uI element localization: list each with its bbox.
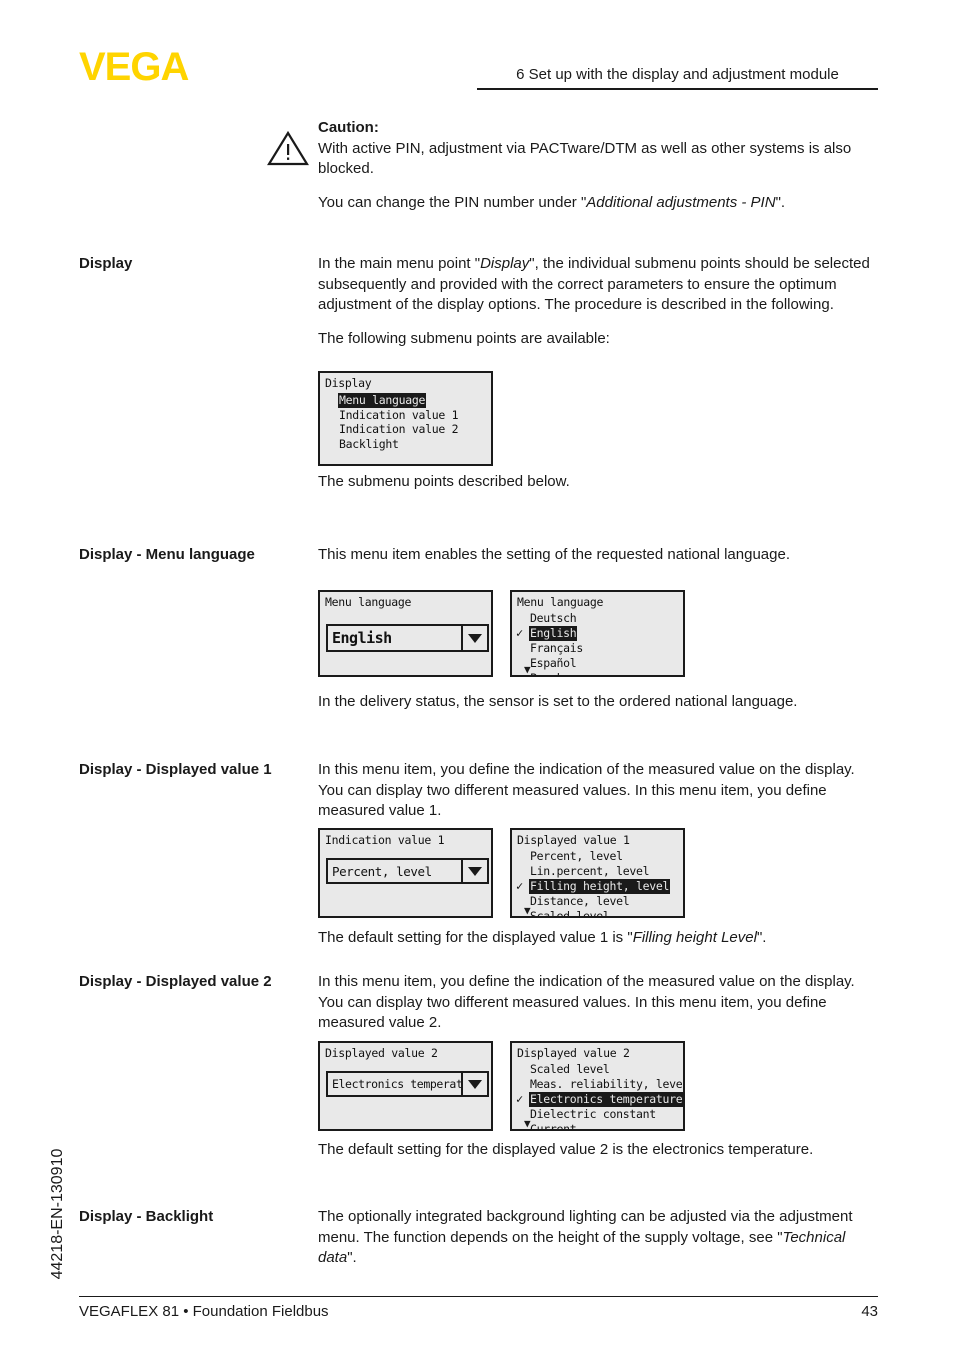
displayed-value-2-note: The default setting for the displayed va…: [318, 1140, 878, 1161]
displayed-value-2-paragraph-1: In this menu item, you define the indica…: [318, 973, 855, 1032]
lcd-title: Displayed value 2: [517, 1046, 630, 1060]
displayed-value-1-paragraph-2: The default setting for the displayed va…: [318, 929, 767, 946]
backlight-text: The optionally integrated background lig…: [318, 1207, 878, 1269]
chevron-down-icon[interactable]: [461, 1073, 487, 1095]
marginal-backlight: Display - Backlight: [79, 1208, 214, 1225]
menu-language-paragraph-1: This menu item enables the setting of th…: [318, 546, 790, 563]
check-icon: ✓: [516, 1092, 523, 1106]
display-paragraph-1: In the main menu point "Display", the in…: [318, 255, 870, 314]
chevron-down-icon[interactable]: [461, 860, 487, 882]
lcd-display-menu[interactable]: Display Menu language Indication value 1…: [318, 371, 493, 466]
lcd-displayed-value-2-options[interactable]: Displayed value 2 Scaled level Meas. rel…: [510, 1041, 685, 1131]
lcd-menu-item[interactable]: Indication value 2: [338, 422, 459, 437]
display-paragraph-2: The following submenu points are availab…: [318, 329, 610, 347]
check-icon: ✓: [516, 626, 523, 640]
scroll-down-icon[interactable]: ▼: [524, 905, 531, 916]
marginal-display: Display: [79, 255, 133, 272]
lcd-option-item[interactable]: Distance, level: [516, 894, 670, 909]
lcd-option-item[interactable]: ✓ Electronics temperature: [516, 1092, 683, 1107]
lcd-option-item[interactable]: Scaled level: [516, 909, 670, 916]
chevron-down-icon[interactable]: [461, 626, 487, 650]
lcd-option-list: Scaled level Meas. reliability, level ✓ E…: [516, 1062, 683, 1129]
lcd-option-list: Percent, level Lin.percent, level ✓ Filli…: [516, 849, 671, 916]
lcd-title: Menu language: [325, 595, 412, 609]
menu-language-note: In the delivery status, the sensor is se…: [318, 692, 878, 713]
caution-body: With active PIN, adjustment via PACTware…: [318, 139, 852, 178]
lcd-option-item[interactable]: Dielectric constant: [516, 1107, 683, 1122]
footer-divider: [79, 1296, 878, 1297]
displayed-value-2-dropdown[interactable]: Electronics temperature: [326, 1071, 489, 1097]
marginal-menu-language: Display - Menu language: [79, 546, 255, 563]
lcd-displayed-value-2-field[interactable]: Displayed value 2 Electronics temperatur…: [318, 1041, 493, 1131]
lcd-option-item[interactable]: Meas. reliability, level: [516, 1077, 683, 1092]
lcd-option-item[interactable]: Current: [516, 1122, 683, 1129]
lcd-option-item[interactable]: Lin.percent, level: [516, 864, 670, 879]
lcd-menu-item[interactable]: Indication value 1: [338, 408, 459, 423]
caution-pin-note: You can change the PIN number under "Add…: [318, 193, 786, 211]
lcd-title: Indication value 1: [325, 833, 445, 847]
header-chapter-title: 6 Set up with the display and adjustment…: [516, 66, 839, 83]
lcd-displayed-value-1-options[interactable]: Displayed value 1 Percent, level Lin.per…: [510, 828, 685, 918]
lcd-option-item[interactable]: ✓ Filling height, level: [516, 879, 671, 894]
caution-heading: Caution:: [318, 119, 379, 136]
page-header: VEGA 6 Set up with the display and adjus…: [0, 0, 954, 92]
footer-page-number: 43: [861, 1303, 878, 1320]
menu-language-paragraph-2: In the delivery status, the sensor is se…: [318, 693, 798, 710]
lcd-menu-item[interactable]: Backlight: [338, 437, 459, 452]
lcd-option-item[interactable]: Percent, level: [516, 849, 670, 864]
menu-language-value: English: [332, 629, 392, 647]
lcd-title: Displayed value 2: [325, 1046, 438, 1060]
check-icon: ✓: [516, 879, 523, 893]
warning-triangle-icon: [267, 130, 309, 166]
marginal-displayed-value-2: Display - Displayed value 2: [79, 973, 272, 990]
scroll-down-icon[interactable]: ▼: [524, 664, 531, 675]
footer-product-name: VEGAFLEX 81 • Foundation Fieldbus: [79, 1303, 329, 1320]
lcd-menu-list: Menu language Indication value 1 Indicat…: [338, 393, 459, 451]
header-divider: [477, 88, 878, 90]
caution-text-block: Caution: With active PIN, adjustment via…: [318, 118, 878, 213]
indication-value-1-value: Percent, level: [332, 863, 432, 879]
displayed-value-2-text: In this menu item, you define the indica…: [318, 972, 878, 1034]
lcd-menu-item[interactable]: Menu language: [338, 393, 459, 408]
vega-logo: VEGA: [79, 45, 189, 89]
lcd-title: Menu language: [517, 595, 604, 609]
lcd-option-item[interactable]: Deutsch: [516, 611, 584, 626]
lcd-menu-language-field[interactable]: Menu language English: [318, 590, 493, 677]
menu-language-text: This menu item enables the setting of th…: [318, 545, 878, 566]
displayed-value-1-text: In this menu item, you define the indica…: [318, 760, 878, 822]
scroll-down-icon[interactable]: ▼: [524, 1118, 531, 1129]
displayed-value-1-paragraph-1: In this menu item, you define the indica…: [318, 761, 855, 820]
lcd-option-item[interactable]: Scaled level: [516, 1062, 683, 1077]
display-paragraph-3: The submenu points described below.: [318, 473, 570, 490]
menu-language-dropdown[interactable]: English: [326, 624, 489, 652]
lcd-title: Displayed value 1: [517, 833, 630, 847]
marginal-displayed-value-1: Display - Displayed value 1: [79, 761, 272, 778]
lcd-option-item[interactable]: ✓ English: [516, 626, 584, 641]
indication-value-1-dropdown[interactable]: Percent, level: [326, 858, 489, 884]
displayed-value-2-paragraph-2: The default setting for the displayed va…: [318, 1141, 814, 1158]
display-intro-text: In the main menu point "Display", the in…: [318, 254, 878, 349]
lcd-indication-value-1-field[interactable]: Indication value 1 Percent, level: [318, 828, 493, 918]
displayed-value-1-note: The default setting for the displayed va…: [318, 928, 878, 949]
lcd-menu-language-options[interactable]: Menu language Deutsch ✓ English Français …: [510, 590, 685, 677]
document-number: 44218-EN-130910: [49, 1148, 66, 1280]
backlight-paragraph-1: The optionally integrated background lig…: [318, 1208, 853, 1267]
lcd-option-item[interactable]: Français: [516, 641, 584, 656]
display-outro-text: The submenu points described below.: [318, 472, 878, 493]
lcd-title: Display: [325, 376, 372, 390]
displayed-value-2-value: Electronics temperature: [332, 1077, 461, 1091]
